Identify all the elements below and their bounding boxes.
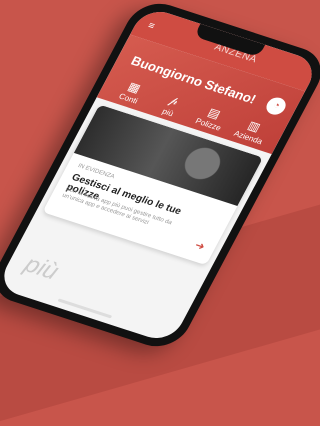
phone-body: ≡ ANZENA Buongiorno Stefano! ◔ ▦ Conti 𝓅… bbox=[0, 0, 320, 354]
profile-icon[interactable]: ◔ bbox=[263, 95, 289, 117]
feature-label: più bbox=[160, 106, 176, 119]
home-indicator bbox=[57, 298, 113, 319]
menu-icon[interactable]: ≡ bbox=[146, 20, 157, 32]
feature-piu[interactable]: 𝓅 più bbox=[148, 88, 196, 121]
feature-polizze[interactable]: ▤ Polizze bbox=[188, 101, 236, 134]
arrow-right-icon[interactable]: ➜ bbox=[192, 239, 207, 254]
feature-azienda[interactable]: ▥ Azienda bbox=[228, 114, 276, 147]
phone-screen: ≡ ANZENA Buongiorno Stefano! ◔ ▦ Conti 𝓅… bbox=[0, 5, 320, 345]
phone-mockup: ≡ ANZENA Buongiorno Stefano! ◔ ▦ Conti 𝓅… bbox=[0, 0, 320, 354]
feature-conti[interactable]: ▦ Conti bbox=[108, 75, 156, 108]
brand-logo: più bbox=[19, 251, 64, 286]
